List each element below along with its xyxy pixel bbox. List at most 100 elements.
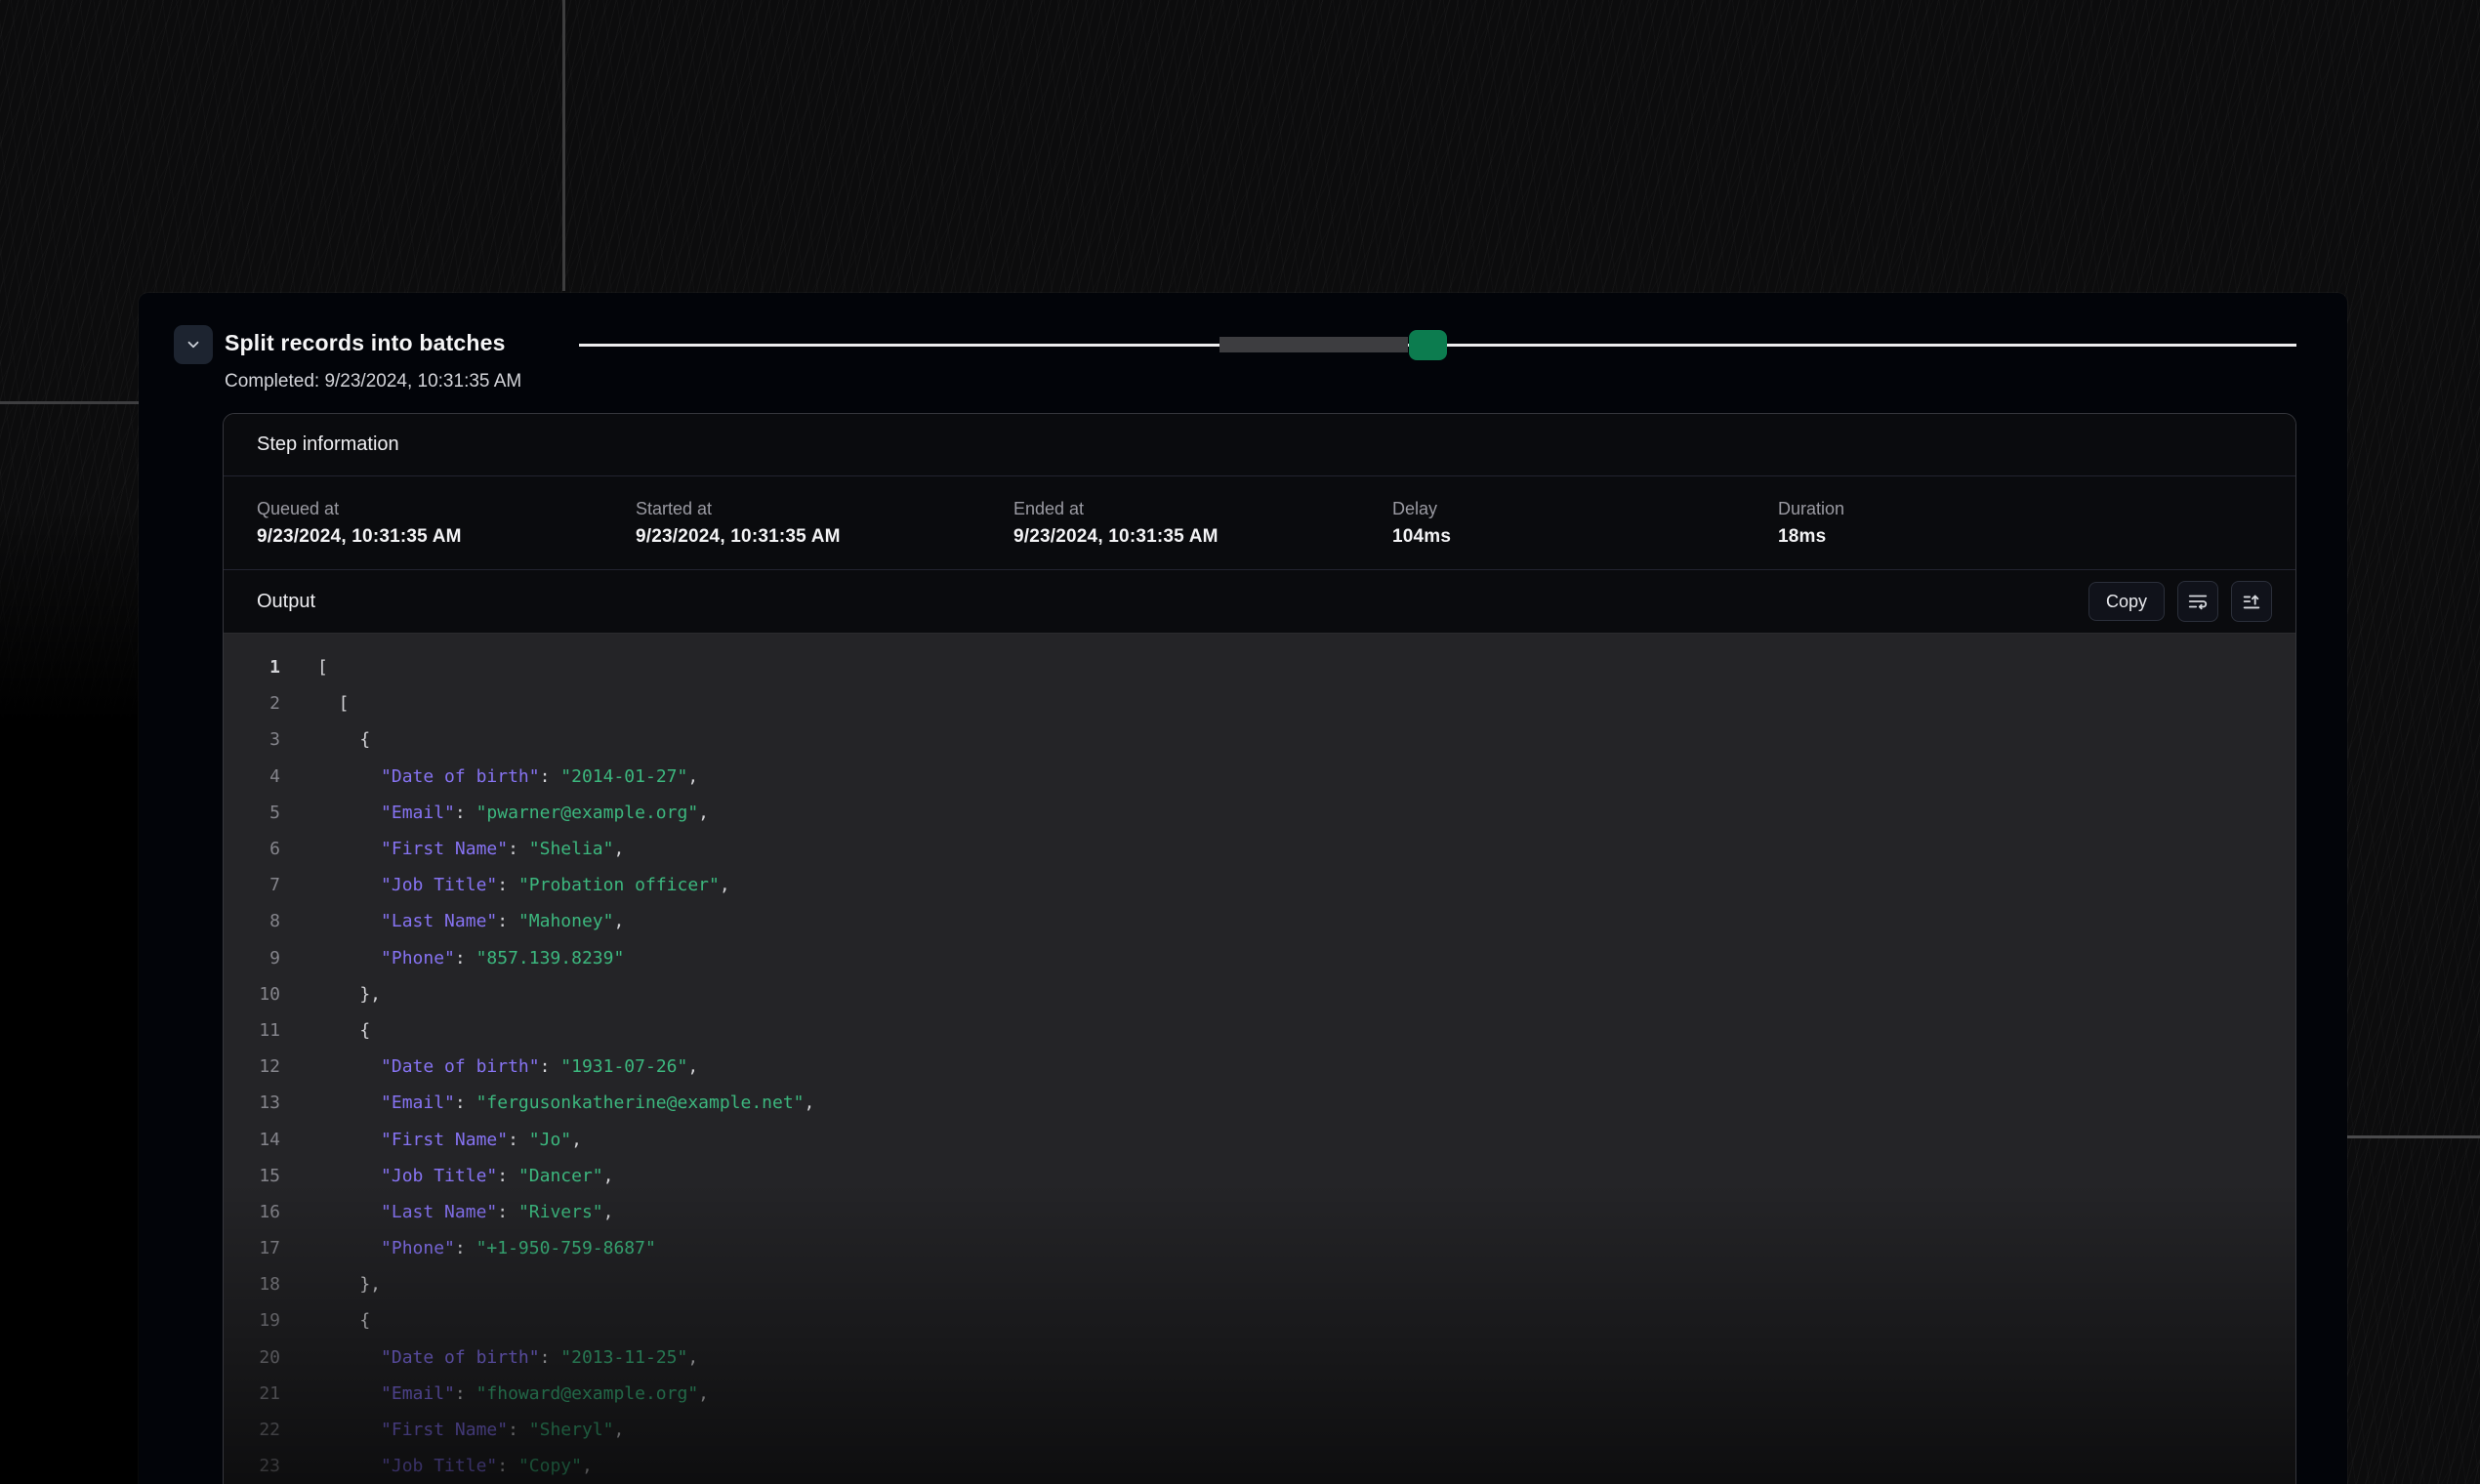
line-number: 9 [224,948,280,969]
chevron-down-icon [185,336,202,353]
code-line-content: "Job Title": "Probation officer", [280,875,730,895]
line-number: 7 [224,875,280,895]
meta-value: 9/23/2024, 10:31:35 AM [1013,526,1392,548]
code-line: 21 "Email": "fhoward@example.org", [224,1376,2295,1412]
line-number: 1 [224,657,280,678]
meta-started-at: Started at 9/23/2024, 10:31:35 AM [636,499,1013,548]
step-detail-panel: Split records into batches Completed: 9/… [139,293,2347,1484]
background-right-line [2347,1135,2480,1138]
code-line: 13 "Email": "fergusonkatherine@example.n… [224,1085,2295,1121]
code-line: 16 "Last Name": "Rivers", [224,1194,2295,1230]
code-line-content: }, [280,984,381,1005]
code-line: 19 { [224,1302,2295,1339]
code-line-content: "First Name": "Sheryl", [280,1420,624,1440]
code-line: 11 { [224,1012,2295,1049]
meta-label: Ended at [1013,499,1392,519]
step-information-header: Step information [224,414,2295,476]
line-number: 20 [224,1347,280,1368]
code-line: 18 }, [224,1266,2295,1302]
code-line: 20 "Date of birth": "2013-11-25", [224,1340,2295,1376]
meta-label: Queued at [257,499,636,519]
line-number: 22 [224,1420,280,1440]
line-number: 19 [224,1310,280,1331]
code-line-content: { [280,1310,370,1331]
line-number: 11 [224,1020,280,1041]
code-line: 22 "First Name": "Sheryl", [224,1412,2295,1448]
meta-value: 104ms [1392,526,1778,548]
line-number: 10 [224,984,280,1005]
code-line-content: { [280,729,370,750]
step-timeline [579,344,2296,347]
line-number: 15 [224,1166,280,1186]
code-line: 7 "Job Title": "Probation officer", [224,867,2295,903]
code-line-content: "Job Title": "Copy", [280,1456,593,1476]
line-number: 23 [224,1456,280,1476]
meta-value: 9/23/2024, 10:31:35 AM [257,526,636,548]
code-line: 1[ [224,649,2295,685]
code-line: 3 { [224,721,2295,758]
scroll-to-top-icon [2241,591,2262,612]
code-line-content: "Job Title": "Dancer", [280,1166,613,1186]
meta-duration: Duration 18ms [1778,499,2295,548]
line-number: 16 [224,1202,280,1222]
line-number: 18 [224,1274,280,1295]
code-line-content: [ [280,693,350,714]
line-number: 2 [224,693,280,714]
background-vertical-line [562,0,565,291]
code-line: 4 "Date of birth": "2014-01-27", [224,759,2295,795]
background-left-line [0,401,139,404]
code-line-content: "Email": "pwarner@example.org", [280,803,709,823]
line-number: 6 [224,839,280,859]
step-meta-row: Queued at 9/23/2024, 10:31:35 AM Started… [224,476,2295,570]
step-title: Split records into batches [225,330,506,356]
code-line-content: "Date of birth": "2013-11-25", [280,1347,698,1368]
code-line-content: "Last Name": "Rivers", [280,1202,613,1222]
meta-value: 9/23/2024, 10:31:35 AM [636,526,1013,548]
copy-button[interactable]: Copy [2088,582,2165,621]
meta-queued-at: Queued at 9/23/2024, 10:31:35 AM [257,499,636,548]
wrap-text-icon [2187,591,2209,612]
code-line-content: { [280,1020,370,1041]
line-number: 4 [224,766,280,787]
code-lines: 1[2 [3 {4 "Date of birth": "2014-01-27",… [224,649,2295,1484]
line-number: 21 [224,1383,280,1404]
meta-delay: Delay 104ms [1392,499,1778,548]
code-line: 2 [ [224,685,2295,721]
step-information-card: Step information Queued at 9/23/2024, 10… [223,413,2296,1484]
meta-value: 18ms [1778,526,2295,548]
code-line: 9 "Phone": "857.139.8239" [224,940,2295,976]
scroll-to-top-button[interactable] [2231,581,2272,622]
code-line: 14 "First Name": "Jo", [224,1121,2295,1157]
output-code-viewer[interactable]: 1[2 [3 {4 "Date of birth": "2014-01-27",… [224,634,2295,1484]
code-line: 8 "Last Name": "Mahoney", [224,903,2295,939]
line-number: 14 [224,1130,280,1150]
collapse-step-button[interactable] [174,325,213,364]
line-number: 12 [224,1056,280,1077]
line-number: 17 [224,1238,280,1258]
code-line-content: "Phone": "+1-950-759-8687" [280,1238,656,1258]
meta-label: Delay [1392,499,1778,519]
code-line-content: "First Name": "Shelia", [280,839,624,859]
code-line-content: "Phone": "857.139.8239" [280,948,624,969]
meta-label: Duration [1778,499,2295,519]
code-line-content: "Email": "fhoward@example.org", [280,1383,709,1404]
line-number: 3 [224,729,280,750]
code-line-content: "Email": "fergusonkatherine@example.net"… [280,1092,814,1113]
wrap-text-button[interactable] [2177,581,2218,622]
code-line: 6 "First Name": "Shelia", [224,831,2295,867]
code-line-content: }, [280,1274,381,1295]
code-line: 23 "Job Title": "Copy", [224,1448,2295,1484]
line-number: 13 [224,1092,280,1113]
code-line: 15 "Job Title": "Dancer", [224,1158,2295,1194]
code-line: 10 }, [224,976,2295,1012]
timeline-step-handle[interactable] [1409,330,1447,360]
code-line: 12 "Date of birth": "1931-07-26", [224,1049,2295,1085]
output-actions: Copy [2088,581,2272,622]
code-line: 17 "Phone": "+1-950-759-8687" [224,1230,2295,1266]
background-dim [0,508,140,1484]
code-line: 5 "Email": "pwarner@example.org", [224,795,2295,831]
code-line-content: "Date of birth": "1931-07-26", [280,1056,698,1077]
line-number: 8 [224,911,280,931]
code-line-content: [ [280,657,328,678]
meta-ended-at: Ended at 9/23/2024, 10:31:35 AM [1013,499,1392,548]
